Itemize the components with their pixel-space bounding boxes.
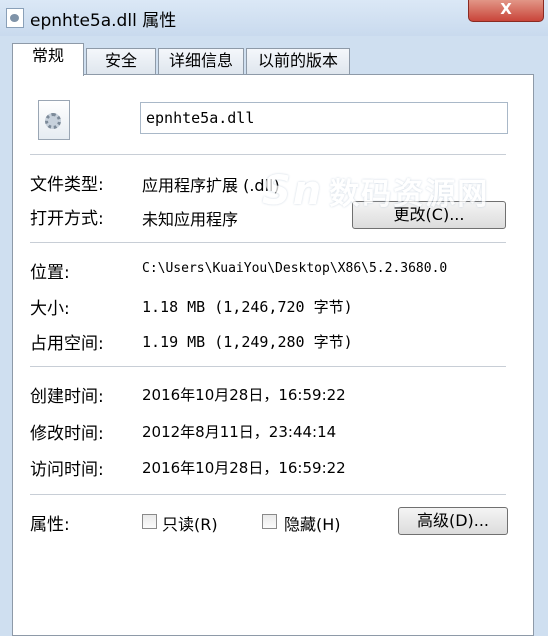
modified-label: 修改时间:: [30, 424, 104, 444]
window-title: epnhte5a.dll 属性: [30, 11, 177, 31]
file-name-input[interactable]: epnhte5a.dll: [140, 102, 508, 134]
tab-details[interactable]: 详细信息: [158, 48, 244, 74]
separator: [30, 366, 506, 367]
title-bar: epnhte5a.dll 属性 X: [0, 0, 548, 36]
close-button[interactable]: X: [468, 0, 544, 22]
tab-security[interactable]: 安全: [86, 48, 156, 74]
readonly-label[interactable]: 只读(R): [162, 511, 218, 535]
opens-with-value: 未知应用程序: [142, 210, 239, 229]
separator: [30, 494, 506, 495]
general-panel: [12, 74, 534, 636]
file-type-label: 文件类型:: [30, 175, 104, 195]
location-label: 位置:: [30, 263, 70, 283]
change-button[interactable]: 更改(C)...: [352, 201, 506, 229]
dll-file-icon: [6, 8, 24, 28]
separator: [30, 242, 506, 243]
modified-value: 2012年8月11日，23:44:14: [142, 423, 337, 441]
opens-with-label: 打开方式:: [30, 209, 104, 229]
accessed-value: 2016年10月28日，16:59:22: [142, 459, 346, 477]
size-on-disk-label: 占用空间:: [30, 334, 104, 354]
location-value: C:\Users\KuaiYou\Desktop\X86\5.2.3680.0: [142, 261, 448, 276]
gear-icon: [45, 113, 61, 129]
hidden-checkbox[interactable]: [262, 514, 277, 529]
size-label: 大小:: [30, 299, 70, 319]
tab-general[interactable]: 常规: [12, 43, 84, 76]
dll-file-icon: [38, 100, 70, 140]
size-on-disk-value: 1.19 MB (1,249,280 字节): [142, 333, 353, 351]
accessed-label: 访问时间:: [30, 460, 104, 480]
tab-previous-versions[interactable]: 以前的版本: [246, 48, 350, 74]
readonly-checkbox[interactable]: [142, 514, 157, 529]
created-label: 创建时间:: [30, 387, 104, 407]
file-type-value: 应用程序扩展 (.dll): [142, 176, 280, 195]
advanced-button[interactable]: 高级(D)...: [398, 507, 508, 535]
hidden-label[interactable]: 隐藏(H): [284, 511, 341, 535]
created-value: 2016年10月28日，16:59:22: [142, 386, 346, 404]
attributes-label: 属性:: [30, 515, 70, 535]
separator: [30, 154, 506, 155]
size-value: 1.18 MB (1,246,720 字节): [142, 298, 353, 316]
